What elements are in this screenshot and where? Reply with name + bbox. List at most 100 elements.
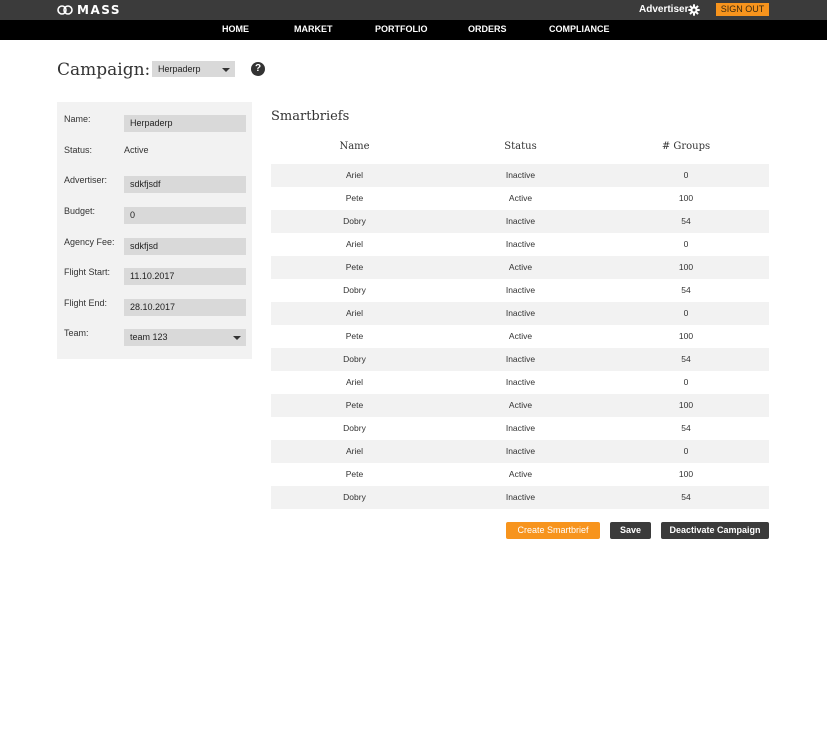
row-groups-cell: 0 [683,446,689,456]
column-header-groups[interactable]: # Groups [603,141,769,153]
row-name-cell: Pete [345,331,364,341]
status-value: Active [124,145,149,155]
row-status-cell: Active [508,262,533,272]
nav-portfolio[interactable]: PORTFOLIO [375,20,428,40]
row-name-cell: Ariel [345,170,363,180]
column-header-name[interactable]: Name [271,141,438,153]
smartbriefs-table: Ariel Inactive 0 Pete Active 100 Dobry Inactive… [271,164,769,509]
advertiser-field[interactable] [124,176,246,193]
flight-start-field[interactable] [124,268,246,285]
row-name-cell: Ariel [345,446,363,456]
row-name-cell: Dobry [343,285,366,295]
table-row[interactable]: Ariel Inactive 0 [271,440,769,463]
nav-market[interactable]: MARKET [294,20,333,40]
budget-field[interactable] [124,207,246,224]
table-row[interactable]: Pete Active 100 [271,463,769,486]
name-label: Name: [64,114,91,124]
row-status-cell: Inactive [505,308,536,318]
user-role-label[interactable]: Advertiser [639,4,688,15]
gear-icon[interactable] [688,4,700,16]
row-name-cell: Dobry [343,354,366,364]
row-name-cell: Dobry [343,492,366,502]
table-row[interactable]: Pete Active 100 [271,394,769,417]
row-name-cell: Ariel [345,239,363,249]
team-select-value: team 123 [130,332,168,342]
agency-fee-label: Agency Fee: [64,237,115,247]
table-row[interactable]: Ariel Inactive 0 [271,233,769,256]
create-smartbrief-button[interactable]: Create Smartbrief [506,522,600,539]
agency-fee-field[interactable] [124,238,246,255]
main-nav: HOME MARKET PORTFOLIO ORDERS COMPLIANCE [0,20,827,40]
logo-infinity-icon [57,5,73,15]
table-row[interactable]: Ariel Inactive 0 [271,371,769,394]
campaign-select[interactable]: Herpaderp [152,61,235,77]
top-bar: MASS Advertiser SIGN OUT [0,0,827,20]
flight-end-field[interactable] [124,299,246,316]
table-row[interactable]: Pete Active 100 [271,187,769,210]
row-groups-cell: 100 [678,262,694,272]
help-icon[interactable]: ? [251,62,265,76]
name-field[interactable] [124,115,246,132]
nav-home[interactable]: HOME [222,20,249,40]
row-groups-cell: 0 [683,377,689,387]
row-groups-cell: 54 [681,423,691,433]
row-name-cell: Pete [345,193,364,203]
row-name-cell: Pete [345,400,364,410]
row-status-cell: Inactive [505,170,536,180]
row-name-cell: Pete [345,262,364,272]
row-status-cell: Active [508,400,533,410]
table-row[interactable]: Ariel Inactive 0 [271,302,769,325]
table-row[interactable]: Pete Active 100 [271,325,769,348]
status-label: Status: [64,145,93,155]
advertiser-label: Advertiser: [64,175,108,185]
row-status-cell: Inactive [505,446,536,456]
row-name-cell: Pete [345,469,364,479]
chevron-down-icon [233,336,241,340]
logo-text: MASS [77,3,121,17]
row-status-cell: Inactive [505,239,536,249]
flight-start-label: Flight Start: [64,267,111,277]
smartbriefs-title: Smartbriefs [271,109,350,124]
row-status-cell: Inactive [505,492,536,502]
column-header-status[interactable]: Status [438,141,603,153]
row-groups-cell: 100 [678,469,694,479]
table-row[interactable]: Pete Active 100 [271,256,769,279]
table-row[interactable]: Dobry Inactive 54 [271,486,769,509]
logo[interactable]: MASS [57,3,121,17]
row-name-cell: Dobry [343,216,366,226]
row-name-cell: Ariel [345,377,363,387]
row-groups-cell: 54 [681,216,691,226]
team-label: Team: [64,328,89,338]
row-status-cell: Active [508,469,533,479]
row-status-cell: Inactive [505,354,536,364]
sign-out-button[interactable]: SIGN OUT [716,3,769,16]
table-row[interactable]: Dobry Inactive 54 [271,279,769,302]
campaign-select-value: Herpaderp [158,64,201,74]
campaign-form-panel: Name: Status: Active Advertiser: Budget:… [57,102,252,359]
row-groups-cell: 0 [683,239,689,249]
team-select[interactable]: team 123 [124,329,246,346]
chevron-down-icon [222,68,230,72]
deactivate-campaign-button[interactable]: Deactivate Campaign [661,522,769,539]
row-status-cell: Inactive [505,285,536,295]
row-groups-cell: 54 [681,492,691,502]
nav-compliance[interactable]: COMPLIANCE [549,20,610,40]
row-groups-cell: 54 [681,285,691,295]
row-groups-cell: 54 [681,354,691,364]
row-groups-cell: 0 [683,308,689,318]
row-status-cell: Active [508,331,533,341]
table-row[interactable]: Dobry Inactive 54 [271,348,769,371]
row-groups-cell: 100 [678,400,694,410]
row-groups-cell: 0 [683,170,689,180]
row-status-cell: Inactive [505,377,536,387]
flight-end-label: Flight End: [64,298,108,308]
row-name-cell: Dobry [343,423,366,433]
row-name-cell: Ariel [345,308,363,318]
table-row[interactable]: Dobry Inactive 54 [271,417,769,440]
row-groups-cell: 100 [678,193,694,203]
table-row[interactable]: Dobry Inactive 54 [271,210,769,233]
row-status-cell: Inactive [505,216,536,226]
save-button[interactable]: Save [610,522,651,539]
nav-orders[interactable]: ORDERS [468,20,507,40]
table-row[interactable]: Ariel Inactive 0 [271,164,769,187]
